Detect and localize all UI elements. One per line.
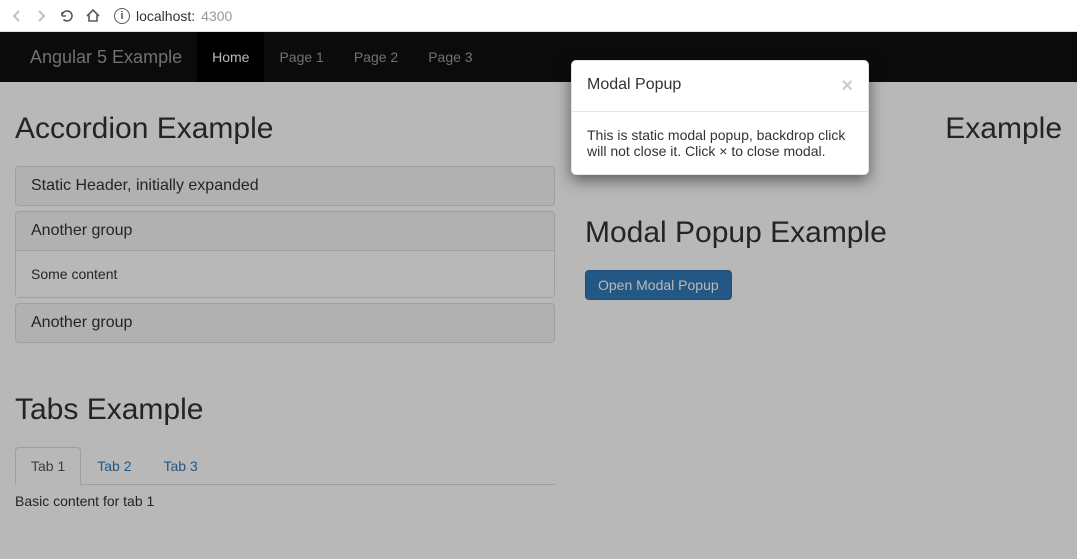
close-icon[interactable]: × (841, 76, 853, 96)
forward-icon[interactable] (32, 7, 50, 25)
modal-dialog: Modal Popup × This is static modal popup… (571, 60, 869, 175)
site-info-icon[interactable]: i (114, 8, 130, 24)
address-bar[interactable]: i localhost: 4300 (114, 8, 232, 24)
browser-toolbar: i localhost: 4300 (0, 0, 1077, 32)
modal-header: Modal Popup × (572, 61, 868, 112)
back-icon[interactable] (8, 7, 26, 25)
modal-body: This is static modal popup, backdrop cli… (572, 112, 868, 174)
url-port: 4300 (201, 8, 232, 24)
reload-icon[interactable] (58, 7, 76, 25)
modal-backdrop (0, 32, 1077, 559)
home-icon[interactable] (84, 7, 102, 25)
url-host: localhost: (136, 8, 195, 24)
modal-title: Modal Popup (587, 76, 681, 94)
